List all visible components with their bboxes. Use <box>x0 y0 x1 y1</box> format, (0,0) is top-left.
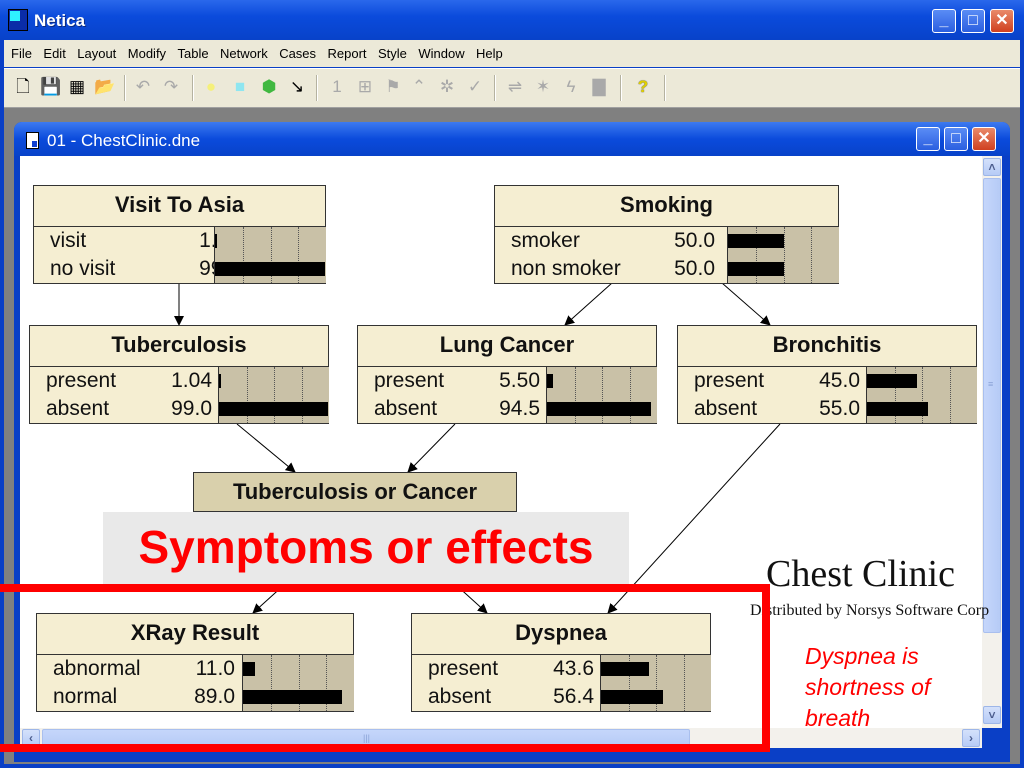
state-row[interactable]: present 5.50 <box>358 367 546 395</box>
belief-bars <box>214 227 326 283</box>
node-bronchitis[interactable]: Bronchitis present 45.0 absent 55.0 <box>677 325 977 424</box>
node-belief-table: visit1.00no visit99.0 <box>34 227 326 283</box>
bar-gridline <box>783 227 785 283</box>
symptoms-label: Symptoms or effects <box>138 521 594 573</box>
symptoms-label-box: Symptoms or effects <box>103 512 629 584</box>
node-title: Tuberculosis <box>30 326 328 367</box>
bar-gridline <box>811 227 813 283</box>
belief-bar <box>215 234 217 248</box>
node-tuberculosis[interactable]: Tuberculosis present 1.04 absent 99.0 <box>29 325 329 424</box>
bar-gridline <box>949 367 951 423</box>
belief-bar <box>728 234 784 248</box>
belief-bar <box>867 402 928 416</box>
belief-bars <box>218 367 329 423</box>
state-row[interactable]: no visit99.0 <box>34 255 240 283</box>
state-name: smoker <box>511 229 580 252</box>
state-row[interactable]: non smoker 50.0 <box>495 255 727 283</box>
state-name: visit <box>50 229 87 252</box>
node-lung-cancer[interactable]: Lung Cancer present 5.50 absent 94.5 <box>357 325 657 424</box>
link-smoking-to-lung-cancer[interactable] <box>564 282 613 326</box>
belief-bar <box>547 374 554 388</box>
state-name: absent <box>46 397 110 420</box>
link-tuberculosis-to-tb-or-cancer[interactable] <box>236 423 296 473</box>
state-probability: 1.04 <box>171 369 212 392</box>
belief-bar <box>219 402 328 416</box>
state-name: present <box>374 369 445 392</box>
node-belief-table: present 1.04 absent 99.0 <box>30 367 329 423</box>
node-title: Bronchitis <box>678 326 976 367</box>
belief-bar <box>547 402 651 416</box>
state-name: present <box>694 369 765 392</box>
node-belief-table: present 5.50 absent 94.5 <box>358 367 657 423</box>
state-row[interactable]: absent 99.0 <box>30 395 218 423</box>
belief-bar <box>867 374 917 388</box>
belief-bars <box>546 367 657 423</box>
node-title: Lung Cancer <box>358 326 656 367</box>
state-name: present <box>46 369 117 392</box>
node-title: Tuberculosis or Cancer <box>232 479 478 504</box>
state-probability: 94.5 <box>499 397 540 420</box>
node-belief-table: smoker 50.0 non smoker 50.0 <box>495 227 839 283</box>
link-smoking-to-bronchitis[interactable] <box>721 282 771 326</box>
node-title: Visit To Asia <box>34 186 325 227</box>
state-probability: 50.0 <box>674 229 715 252</box>
state-name: non smoker <box>511 257 621 280</box>
node-title: Smoking <box>495 186 838 227</box>
state-probability: 55.0 <box>819 397 860 420</box>
state-name: absent <box>374 397 438 420</box>
belief-bar <box>219 374 221 388</box>
belief-bar <box>215 262 325 276</box>
state-row[interactable]: smoker 50.0 <box>495 227 727 255</box>
belief-bars <box>866 367 977 423</box>
state-probability: 45.0 <box>819 369 860 392</box>
state-row[interactable]: visit1.00 <box>34 227 240 255</box>
node-belief-table: present 45.0 absent 55.0 <box>678 367 977 423</box>
state-row[interactable]: absent 55.0 <box>678 395 866 423</box>
state-name: no visit <box>50 257 116 280</box>
belief-bar <box>728 262 784 276</box>
node-smoking[interactable]: Smoking smoker 50.0 non smoker 50.0 <box>494 185 839 284</box>
state-row[interactable]: present 45.0 <box>678 367 866 395</box>
node-visit-to-asia[interactable]: Visit To Asiavisit1.00no visit99.0 <box>33 185 326 284</box>
state-name: absent <box>694 397 758 420</box>
symptoms-highlight-frame <box>0 584 770 752</box>
node-tuberculosis-or-cancer[interactable]: Tuberculosis or Cancer <box>193 472 517 512</box>
belief-bars <box>727 227 839 283</box>
state-probability: 5.50 <box>499 369 540 392</box>
network-title: Chest Clinic <box>766 553 955 595</box>
state-probability: 50.0 <box>674 257 715 280</box>
network-subtitle: Distributed by Norsys Software Corp <box>750 602 990 619</box>
link-lung-cancer-to-tb-or-cancer[interactable] <box>407 423 456 473</box>
state-probability: 99.0 <box>171 397 212 420</box>
state-row[interactable]: present 1.04 <box>30 367 218 395</box>
dyspnea-note: Dyspnea is shortness of breath <box>805 643 931 731</box>
state-row[interactable]: absent 94.5 <box>358 395 546 423</box>
